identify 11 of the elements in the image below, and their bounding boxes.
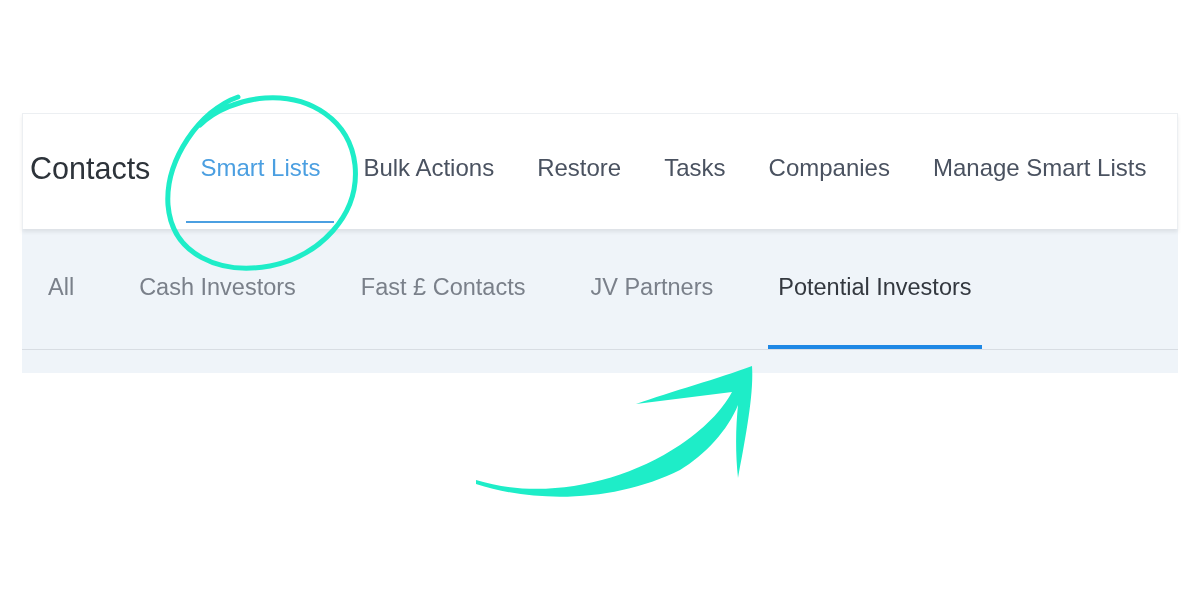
page-title: Contacts bbox=[30, 151, 151, 186]
nav-tab[interactable]: Tasks bbox=[650, 114, 740, 223]
smart-list-tab[interactable]: All bbox=[38, 229, 85, 349]
nav-tab[interactable]: Bulk Actions bbox=[349, 114, 509, 223]
smart-list-tab[interactable]: JV Partners bbox=[580, 229, 724, 349]
nav-tab[interactable]: Manage Smart Lists bbox=[918, 114, 1161, 223]
nav-tab[interactable]: Companies bbox=[754, 114, 904, 223]
smart-list-tab[interactable]: Potential Investors bbox=[768, 229, 982, 349]
smart-list-tab[interactable]: Cash Investors bbox=[129, 229, 306, 349]
nav-tab[interactable]: Restore bbox=[523, 114, 636, 223]
smart-list-tab[interactable]: Fast £ Contacts bbox=[350, 229, 536, 349]
